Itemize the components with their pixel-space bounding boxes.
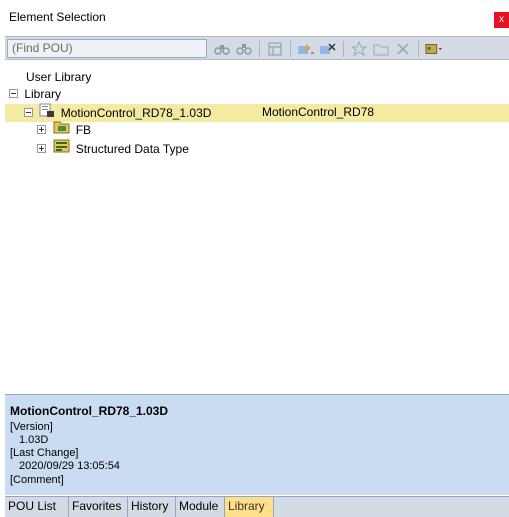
close-button[interactable]: x	[494, 12, 509, 28]
fb-label: FB	[75, 123, 92, 137]
info-panel: MotionControl_RD78_1.03D [Version] 1.03D…	[5, 394, 509, 495]
tree-node-fb[interactable]: FB	[37, 120, 92, 139]
toolbar-separator	[418, 41, 419, 57]
library-item-title: MotionControl_RD78	[262, 105, 375, 119]
close-icon: x	[499, 14, 504, 25]
tab-favorites[interactable]: Favorites	[69, 497, 128, 517]
window-title: Element Selection	[9, 10, 106, 24]
version-label: [Version]	[10, 421, 53, 433]
toolbar-separator	[290, 41, 291, 57]
structured-data-type-label: Structured Data Type	[75, 142, 189, 156]
find-pou-input[interactable]: (Find POU)	[7, 39, 207, 58]
last-change-value: 2020/09/29 13:05:54	[19, 460, 120, 472]
last-change-label: [Last Change]	[10, 447, 79, 459]
tab-pou-list[interactable]: POU List	[5, 497, 69, 517]
find-icon[interactable]	[213, 40, 231, 58]
title-bar: Element Selection x	[0, 0, 509, 35]
comment-label: [Comment]	[10, 474, 64, 486]
collapse-icon[interactable]	[9, 89, 18, 99]
find-next-icon[interactable]	[235, 40, 253, 58]
tree-node-user-library[interactable]: User Library	[26, 69, 91, 86]
delete-icon[interactable]	[394, 40, 412, 58]
expand-icon[interactable]	[37, 144, 46, 154]
tab-history[interactable]: History	[128, 497, 176, 517]
tab-bar: POU List Favorites History Module Librar…	[5, 496, 509, 517]
tab-module[interactable]: Module	[176, 497, 225, 517]
tab-library[interactable]: Library	[225, 497, 274, 517]
folder-icon[interactable]	[372, 40, 390, 58]
tab-label: Library	[228, 499, 265, 513]
tab-label: POU List	[8, 499, 57, 513]
tree-node-motioncontrol[interactable]: MotionControl_RD78_1.03D MotionControl_R…	[24, 103, 504, 121]
tab-label: Module	[179, 499, 219, 513]
expand-icon[interactable]	[37, 125, 46, 135]
remove-icon[interactable]	[319, 40, 337, 58]
version-value: 1.03D	[19, 434, 49, 446]
fb-folder-icon	[53, 120, 70, 139]
tab-label: History	[131, 499, 169, 513]
library-label: Library	[24, 87, 62, 101]
tree-node-library[interactable]: Library	[9, 86, 61, 103]
tree-node-structured-data-type[interactable]: Structured Data Type	[37, 139, 189, 158]
tree-view-icon[interactable]	[266, 40, 284, 58]
user-library-label: User Library	[26, 70, 92, 84]
structured-data-type-icon	[53, 139, 70, 158]
tab-label: Favorites	[72, 499, 122, 513]
toolbar-separator	[343, 41, 344, 57]
add-icon[interactable]	[297, 40, 315, 58]
collapse-icon[interactable]	[24, 108, 33, 117]
toolbar: (Find POU)	[5, 36, 509, 60]
info-name: MotionControl_RD78_1.03D	[10, 404, 169, 418]
favorite-icon[interactable]	[350, 40, 368, 58]
library-item-name: MotionControl_RD78_1.03D	[60, 105, 212, 120]
display-options-icon[interactable]	[425, 40, 443, 58]
toolbar-separator	[259, 41, 260, 57]
